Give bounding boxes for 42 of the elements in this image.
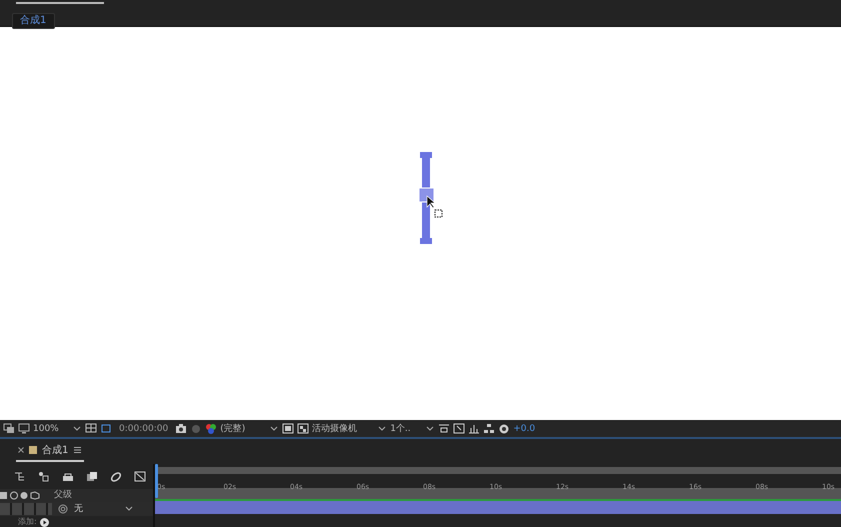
caret-icon[interactable] [72,424,82,432]
cube-icon[interactable] [38,471,50,482]
resolution-dropdown[interactable]: (完整) [220,422,266,434]
spiral-icon[interactable] [58,504,68,514]
zoom-dropdown[interactable]: 100% [33,422,69,434]
color-wheel-icon[interactable] [205,423,218,434]
timeline-tab-label[interactable]: 合成1 [42,443,68,457]
menu-icon[interactable] [73,446,82,454]
view-layout-dropdown[interactable]: 1个.. [390,422,422,434]
switch-icons-drawing [0,491,40,500]
graph-icon[interactable] [134,471,146,482]
region-icon[interactable] [282,423,294,434]
play-icon[interactable] [40,518,49,526]
close-icon[interactable] [18,447,24,453]
monitor-icon[interactable] [18,423,30,434]
switch-cells[interactable] [0,503,52,515]
caret-icon[interactable] [377,424,388,432]
tree-icon[interactable] [14,471,26,482]
flowchart-icon[interactable] [483,423,496,434]
exposure-value[interactable]: +0.0 [513,422,536,434]
caret-icon[interactable] [269,424,280,432]
composition-tab[interactable]: 合成1 [12,13,56,29]
snapshot-icon[interactable] [453,423,466,434]
camera-icon[interactable] [175,423,188,434]
composition-icon [29,446,37,454]
bar-chart-icon[interactable] [468,423,480,434]
mask-icon[interactable] [100,423,112,434]
column-header: 父级 [54,490,72,501]
timeline-tab[interactable]: 合成1 [16,441,84,462]
lock-icon[interactable] [62,471,74,482]
link-icon[interactable] [110,471,122,482]
caret-icon[interactable] [125,506,133,512]
timecode[interactable]: 0:00:00:00 [119,422,168,434]
toggle-icon[interactable] [438,423,450,434]
region-icon[interactable] [3,423,15,434]
caret-icon[interactable] [425,424,436,432]
layers-icon[interactable] [86,471,98,482]
checkerboard-icon[interactable] [297,423,310,434]
aperture-icon[interactable] [498,423,510,434]
grid-icon[interactable] [85,423,97,434]
camera-dropdown[interactable]: 活动摄像机 [312,422,374,434]
add-label: 添加: [18,517,37,527]
